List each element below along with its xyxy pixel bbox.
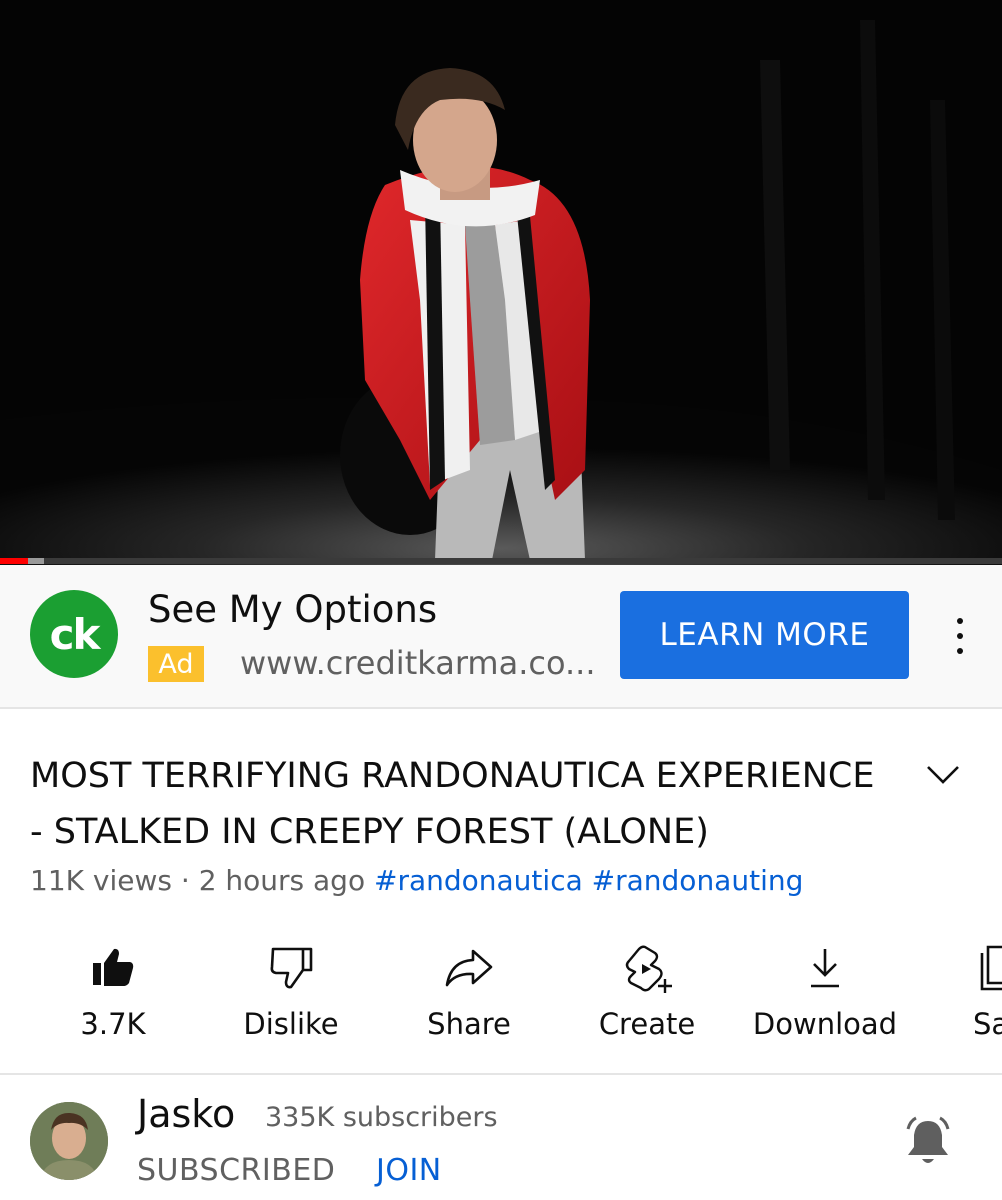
save-label: Sa <box>973 1007 1002 1041</box>
video-frame-thumbnail <box>0 0 1002 565</box>
share-label: Share <box>427 1007 511 1041</box>
video-title-line-2: - STALKED IN CREEPY FOREST (ALONE) <box>30 812 709 852</box>
share-icon <box>445 949 493 987</box>
download-button[interactable]: Download <box>750 935 900 1070</box>
learn-more-button[interactable]: LEARN MORE <box>620 591 909 679</box>
ad-url[interactable]: www.creditkarma.co... <box>240 644 595 682</box>
hashtag-link[interactable]: #randonauting <box>592 864 804 897</box>
channel-name[interactable]: Jasko <box>137 1092 235 1136</box>
notification-bell-icon[interactable] <box>902 1115 954 1169</box>
like-count: 3.7K <box>80 1007 146 1041</box>
ad-badge: Ad <box>148 646 204 682</box>
upload-age: 2 hours ago <box>198 864 366 897</box>
ad-title[interactable]: See My Options <box>148 588 437 631</box>
download-icon <box>811 949 839 988</box>
create-icon <box>625 945 672 993</box>
create-button[interactable]: Create <box>572 935 722 1070</box>
video-action-row: 3.7K Dislike Share Create Download Sa <box>0 935 1002 1070</box>
chevron-down-icon[interactable] <box>925 763 961 787</box>
channel-avatar-image <box>30 1102 108 1180</box>
view-count: 11K views <box>30 864 172 897</box>
save-button[interactable]: Sa <box>922 935 1002 1070</box>
subscribed-button[interactable]: SUBSCRIBED <box>137 1153 335 1188</box>
avatar[interactable] <box>30 1102 108 1180</box>
thumbs-up-filled-icon <box>93 948 134 986</box>
video-title[interactable]: MOST TERRIFYING RANDONAUTICA EXPERIENCE … <box>30 748 890 860</box>
create-label: Create <box>598 1007 696 1041</box>
video-meta: 11K views · 2 hours ago #randonautica #r… <box>30 864 803 897</box>
hashtag-link[interactable]: #randonautica <box>374 864 583 897</box>
join-button[interactable]: JOIN <box>376 1153 442 1188</box>
save-playlist-icon <box>980 945 1002 991</box>
subscriber-count: 335K subscribers <box>265 1102 498 1133</box>
progress-buffered <box>28 558 45 564</box>
advertiser-logo[interactable]: ck <box>30 590 118 678</box>
meta-separator: · <box>180 864 190 897</box>
dislike-label: Dislike <box>243 1007 339 1041</box>
thumbs-down-icon <box>270 947 313 989</box>
video-player[interactable] <box>0 0 1002 565</box>
like-button[interactable]: 3.7K <box>38 935 188 1070</box>
download-label: Download <box>752 1007 898 1041</box>
dislike-button[interactable]: Dislike <box>216 935 366 1070</box>
section-divider <box>0 1073 1002 1075</box>
progress-played <box>0 558 29 564</box>
ad-more-options-icon[interactable] <box>946 618 974 654</box>
video-title-line-1: MOST TERRIFYING RANDONAUTICA EXPERIENCE <box>30 756 875 796</box>
share-button[interactable]: Share <box>394 935 544 1070</box>
video-progress-bar[interactable] <box>0 558 1002 564</box>
